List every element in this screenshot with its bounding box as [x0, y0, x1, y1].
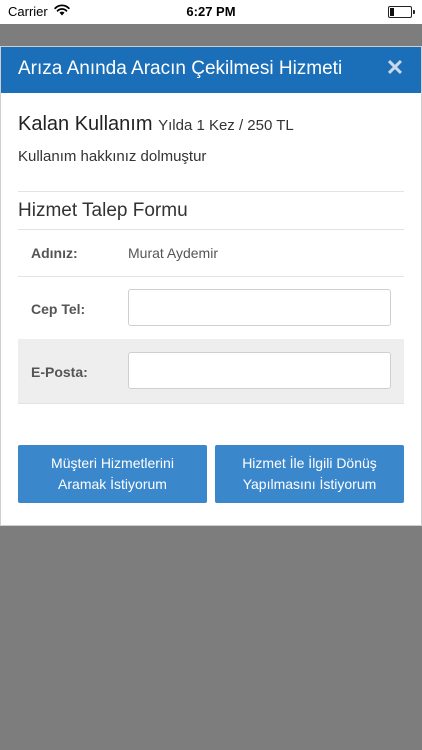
clock: 6:27 PM: [186, 4, 236, 19]
close-icon[interactable]: ✕: [383, 56, 407, 80]
usage-status: Kullanım hakkınız dolmuştur: [18, 148, 207, 165]
request-callback-button[interactable]: Hizmet İle İlgili Dönüş Yapılmasını İsti…: [215, 445, 404, 503]
phone-label: Cep Tel:: [31, 301, 86, 317]
divider: [18, 191, 404, 192]
form-row-name: Adınız: Murat Aydemir: [18, 230, 404, 276]
modal-header: Arıza Anında Aracın Çekilmesi Hizmeti ✕: [1, 47, 421, 93]
form-row-email: E-Posta:: [18, 339, 404, 403]
usage-title: Kalan Kullanım: [18, 113, 153, 135]
name-label: Adınız:: [31, 245, 78, 261]
email-label: E-Posta:: [31, 364, 88, 380]
modal-title: Arıza Anında Aracın Çekilmesi Hizmeti: [18, 58, 343, 79]
usage-title-row: Kalan Kullanım Yılda 1 Kez / 250 TL: [18, 113, 294, 136]
overlay-backdrop: [0, 24, 422, 46]
name-value: Murat Aydemir: [128, 245, 218, 261]
email-input[interactable]: [128, 352, 391, 389]
call-customer-service-button[interactable]: Müşteri Hizmetlerini Aramak İstiyorum: [18, 445, 207, 503]
service-modal: Arıza Anında Aracın Çekilmesi Hizmeti ✕ …: [0, 46, 422, 526]
divider: [18, 403, 404, 404]
status-bar: Carrier 6:27 PM: [0, 0, 422, 24]
phone-input[interactable]: [128, 289, 391, 326]
form-title: Hizmet Talep Formu: [18, 200, 188, 221]
form-row-phone: Cep Tel:: [18, 277, 404, 339]
usage-detail: Yılda 1 Kez / 250 TL: [158, 117, 294, 134]
battery-level: [390, 8, 394, 16]
battery-icon: [388, 6, 415, 18]
